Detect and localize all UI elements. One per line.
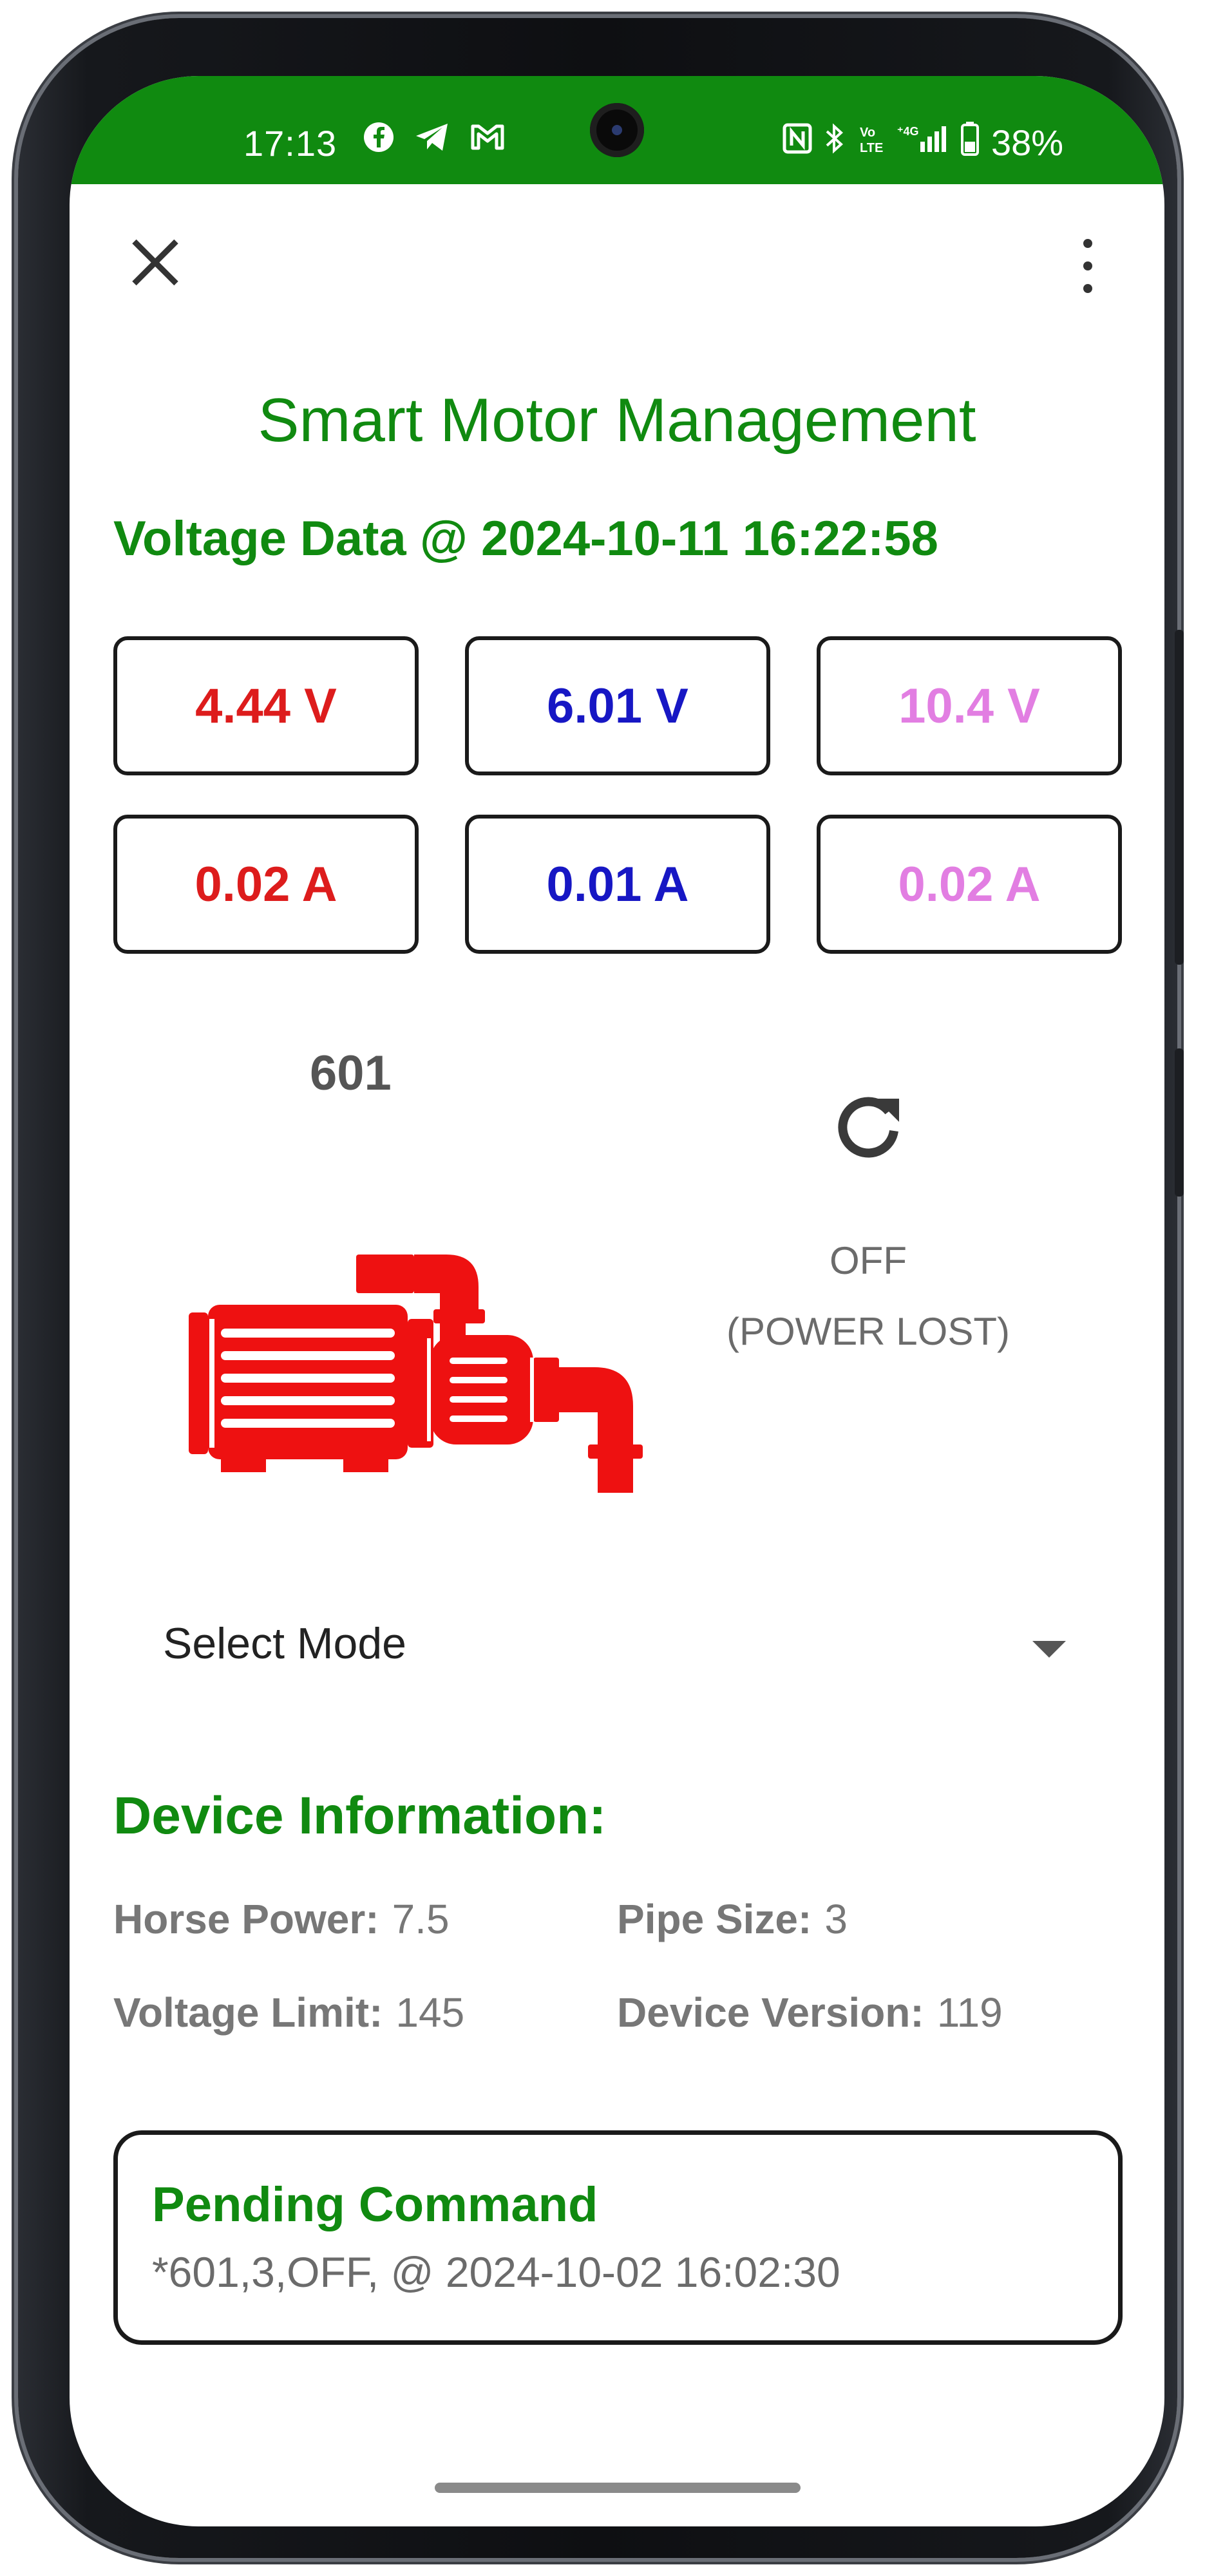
dropdown-arrow-icon[interactable]: [1032, 1641, 1066, 1658]
voltage-phase-2: 6.01 V: [465, 636, 770, 775]
status-bar: 17:13 Vo LTE ⁺4G 38%: [70, 76, 1164, 184]
front-camera: [590, 103, 644, 157]
svg-text:LTE: LTE: [860, 141, 883, 155]
battery-icon: [960, 121, 980, 164]
pending-command-text: *601,3,OFF, @ 2024-10-02 16:02:30: [152, 2248, 840, 2296]
reading-value: 10.4 V: [898, 678, 1040, 734]
info-label: Device Version:: [617, 1989, 924, 2036]
phone-frame: 17:13 Vo LTE ⁺4G 38% Smart Motor Managem…: [18, 18, 1184, 2558]
battery-percent: 38%: [991, 122, 1064, 163]
reading-value: 6.01 V: [547, 678, 688, 734]
mode-select[interactable]: Select Mode: [163, 1618, 406, 1669]
refresh-icon[interactable]: [830, 1087, 907, 1164]
notification-icons: [363, 121, 506, 162]
pipe-size-info: Pipe Size: 3: [617, 1895, 848, 1943]
volume-button: [1175, 630, 1184, 965]
reading-value: 0.02 A: [898, 857, 1041, 912]
voltage-phase-1: 4.44 V: [113, 636, 419, 775]
close-button[interactable]: [122, 231, 187, 295]
svg-text:⁺4G: ⁺4G: [897, 125, 919, 138]
current-phase-3: 0.02 A: [817, 815, 1122, 954]
current-phase-2: 0.01 A: [465, 815, 770, 954]
bluetooth-icon: [824, 122, 846, 162]
more-options-button[interactable]: [1074, 234, 1100, 298]
phone-screen: 17:13 Vo LTE ⁺4G 38% Smart Motor Managem…: [70, 76, 1164, 2526]
current-phase-1: 0.02 A: [113, 815, 419, 954]
pending-command-title: Pending Command: [152, 2177, 598, 2232]
signal-icon: ⁺4G: [897, 122, 949, 162]
power-button: [1175, 1048, 1184, 1197]
water-pump-icon: [182, 1235, 646, 1493]
telegram-icon: [414, 121, 450, 162]
voltage-data-header: Voltage Data @ 2024-10-11 16:22:58: [113, 511, 938, 566]
facebook-icon: [363, 121, 395, 162]
motor-status: OFF: [830, 1239, 907, 1282]
reading-value: 0.02 A: [195, 857, 337, 912]
device-information-title: Device Information:: [113, 1786, 607, 1845]
info-label: Voltage Limit:: [113, 1989, 383, 2036]
nfc-icon: [783, 122, 812, 162]
voltage-limit-info: Voltage Limit: 145: [113, 1989, 464, 2036]
app-title: Smart Motor Management: [258, 386, 976, 455]
voltage-phase-3: 10.4 V: [817, 636, 1122, 775]
reading-value: 0.01 A: [546, 857, 689, 912]
device-version-info: Device Version: 119: [617, 1989, 1003, 2036]
info-value: 3: [824, 1896, 848, 1942]
horse-power-info: Horse Power: 7.5: [113, 1895, 450, 1943]
motor-status-reason: (POWER LOST): [726, 1310, 1010, 1353]
info-value: 145: [395, 1989, 465, 2036]
status-time: 17:13: [243, 123, 337, 164]
info-value: 7.5: [392, 1896, 450, 1942]
volte-icon: Vo LTE: [857, 122, 886, 162]
pending-command-card: Pending Command *601,3,OFF, @ 2024-10-02…: [113, 2130, 1123, 2345]
info-label: Pipe Size:: [617, 1896, 812, 1942]
info-label: Horse Power:: [113, 1896, 379, 1942]
home-indicator[interactable]: [435, 2483, 801, 2493]
system-icons: Vo LTE ⁺4G 38%: [783, 121, 1063, 164]
svg-text:Vo: Vo: [860, 126, 875, 140]
device-id: 601: [310, 1046, 392, 1101]
info-value: 119: [936, 1989, 1003, 2036]
gmail-icon: [470, 121, 506, 162]
reading-value: 4.44 V: [195, 678, 337, 734]
